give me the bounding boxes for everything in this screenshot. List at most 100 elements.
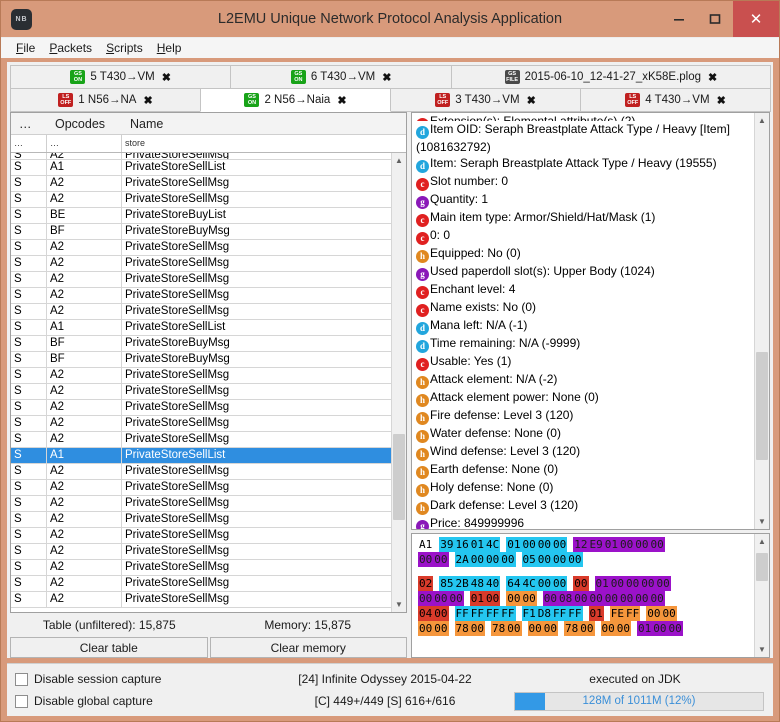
hex-line[interactable]: A13916014C0100000012E901000000 <box>418 537 754 552</box>
hex-byte[interactable]: 2B <box>455 576 470 591</box>
hex-byte[interactable]: FF <box>485 606 500 621</box>
table-row[interactable]: SA2PrivateStoreSellMsg <box>11 528 391 544</box>
scroll-down-icon[interactable]: ▼ <box>392 597 406 612</box>
tree-node[interactable]: dMana left: N/A (-1) <box>416 317 752 335</box>
table-row[interactable]: SBFPrivateStoreBuyMsg <box>11 224 391 240</box>
table-row[interactable]: SA2PrivateStoreSellMsg <box>11 304 391 320</box>
tab-upper-2[interactable]: GSFILE2015-06-10_12-41-27_xK58E.plog✖ <box>451 65 771 89</box>
column-header-opcodes[interactable]: Opcodes <box>47 117 122 131</box>
hex-byte[interactable]: 00 <box>668 621 683 636</box>
table-row[interactable]: SA2PrivateStoreSellMsg <box>11 432 391 448</box>
hex-byte[interactable]: 00 <box>552 537 567 552</box>
tree-node[interactable]: hWind defense: Level 3 (120) <box>416 443 752 461</box>
hex-byte[interactable]: F1 <box>522 606 537 621</box>
hex-byte[interactable]: 00 <box>625 576 640 591</box>
hex-byte[interactable]: 00 <box>537 576 552 591</box>
tab-lower-0[interactable]: LSOFF1 N56→NA✖ <box>10 88 201 112</box>
hex-byte[interactable]: 00 <box>573 591 588 606</box>
hex-byte[interactable]: 00 <box>552 552 567 567</box>
table-row[interactable]: SA2PrivateStoreSellMsg <box>11 176 391 192</box>
tab-close-icon[interactable]: ✖ <box>162 71 171 84</box>
hex-byte[interactable]: 01 <box>589 606 604 621</box>
tab-close-icon[interactable]: ✖ <box>143 94 152 107</box>
tree-node[interactable]: hAttack element power: None (0) <box>416 389 752 407</box>
table-row[interactable]: SA2PrivateStoreSellMsg <box>11 368 391 384</box>
table-row[interactable]: SA2PrivateStoreSellMsg <box>11 496 391 512</box>
minimize-icon[interactable] <box>661 1 697 37</box>
hex-byte[interactable]: 00 <box>619 537 634 552</box>
hex-byte[interactable]: 00 <box>640 576 655 591</box>
table-row[interactable]: SA2PrivateStoreSellMsg <box>11 256 391 272</box>
table-row[interactable]: SA2PrivateStoreSellMsg <box>11 512 391 528</box>
menu-item-scripts[interactable]: Scripts <box>99 39 150 57</box>
hex-byte[interactable]: 00 <box>537 552 552 567</box>
table-row[interactable]: SA1PrivateStoreSellList <box>11 160 391 176</box>
tree-node[interactable]: dItem: Seraph Breastplate Attack Type / … <box>416 155 752 173</box>
hex-byte[interactable]: 00 <box>522 537 537 552</box>
tree-node[interactable]: hFire defense: Level 3 (120) <box>416 407 752 425</box>
hex-byte[interactable]: 01 <box>470 537 485 552</box>
hex-byte[interactable]: 00 <box>543 591 558 606</box>
packet-table-scrollbar[interactable]: ▲ ▼ <box>391 153 406 612</box>
maximize-icon[interactable] <box>697 1 733 37</box>
disable-session-capture-checkbox[interactable]: Disable session capture <box>15 672 265 686</box>
filter-input-opcodes[interactable]: … <box>47 135 122 152</box>
hex-byte[interactable]: E9 <box>589 537 604 552</box>
hex-line[interactable]: 0400FFFFFFFFF1D8FFFF01FEFF0000 <box>418 606 754 621</box>
scroll-thumb[interactable] <box>393 434 405 520</box>
hex-byte[interactable]: 00 <box>433 606 448 621</box>
hex-byte[interactable]: 02 <box>418 576 433 591</box>
hex-byte[interactable]: 00 <box>418 591 433 606</box>
hex-byte[interactable]: FF <box>455 606 470 621</box>
hex-byte[interactable]: 00 <box>604 591 619 606</box>
hex-scroll-down-icon[interactable]: ▼ <box>755 642 769 657</box>
table-row-selected[interactable]: SA1PrivateStoreSellList <box>11 448 391 464</box>
checkbox-icon[interactable] <box>15 695 28 708</box>
hex-byte[interactable]: 12 <box>573 537 588 552</box>
table-row[interactable]: SA2PrivateStoreSellMsg <box>11 192 391 208</box>
hex-byte[interactable]: 16 <box>455 537 470 552</box>
tree-node[interactable]: cName exists: No (0) <box>416 299 752 317</box>
table-row[interactable]: SBEPrivateStoreBuyList <box>11 208 391 224</box>
clear-memory-button[interactable]: Clear memory <box>210 637 408 658</box>
memory-progress-bar[interactable]: 128M of 1011M (12%) <box>514 692 764 711</box>
tree-node[interactable]: cMain item type: Armor/Shield/Hat/Mask (… <box>416 209 752 227</box>
hex-byte[interactable]: 00 <box>506 591 521 606</box>
table-row[interactable]: SA2PrivateStoreSellMsg <box>11 464 391 480</box>
hex-byte[interactable]: 00 <box>485 552 500 567</box>
hex-byte[interactable]: 01 <box>595 576 610 591</box>
hex-line[interactable]: 000000010000000008000000000000 <box>418 591 754 606</box>
tree-node[interactable]: hDark defense: Level 3 (120) <box>416 497 752 515</box>
hex-byte[interactable]: 08 <box>558 591 573 606</box>
hex-byte[interactable]: 00 <box>537 537 552 552</box>
hex-byte[interactable]: 01 <box>470 591 485 606</box>
hex-byte[interactable]: 4C <box>485 537 500 552</box>
tree-node[interactable]: cUsable: Yes (1) <box>416 353 752 371</box>
tab-close-icon[interactable]: ✖ <box>527 94 536 107</box>
hex-byte[interactable]: 00 <box>567 552 582 567</box>
tree-node[interactable]: dItem OID: Seraph Breastplate Attack Typ… <box>416 121 752 155</box>
hex-byte[interactable]: 39 <box>439 537 454 552</box>
hex-scrollbar[interactable]: ▲ ▼ <box>754 534 769 657</box>
tree-scroll-track[interactable] <box>755 128 769 514</box>
menu-item-help[interactable]: Help <box>150 39 189 57</box>
table-row[interactable]: SBFPrivateStoreBuyMsg <box>11 336 391 352</box>
tree-node[interactable]: gQuantity: 1 <box>416 191 752 209</box>
clear-table-button[interactable]: Clear table <box>10 637 208 658</box>
hex-byte[interactable]: 00 <box>506 621 521 636</box>
tree-node[interactable]: cEnchant level: 4 <box>416 281 752 299</box>
table-row[interactable]: SA2PrivateStoreSellMsg <box>11 384 391 400</box>
hex-byte[interactable]: FF <box>552 606 567 621</box>
hex-byte[interactable]: 64 <box>506 576 521 591</box>
tree-node[interactable]: cExtension(s): Elemental attribute(s) (2… <box>416 113 752 121</box>
hex-byte[interactable]: 00 <box>418 552 433 567</box>
hex-line[interactable]: 000078007800000078000000010000 <box>418 621 754 636</box>
tree-node[interactable]: hHoly defense: None (0) <box>416 479 752 497</box>
tree-node[interactable]: gUsed paperdoll slot(s): Upper Body (102… <box>416 263 752 281</box>
hex-byte[interactable]: 00 <box>656 576 671 591</box>
hex-byte[interactable]: 00 <box>543 621 558 636</box>
hex-byte[interactable]: 00 <box>433 552 448 567</box>
tree-node[interactable]: hAttack element: N/A (-2) <box>416 371 752 389</box>
hex-byte[interactable]: 00 <box>634 591 649 606</box>
hex-byte[interactable]: 00 <box>650 537 665 552</box>
